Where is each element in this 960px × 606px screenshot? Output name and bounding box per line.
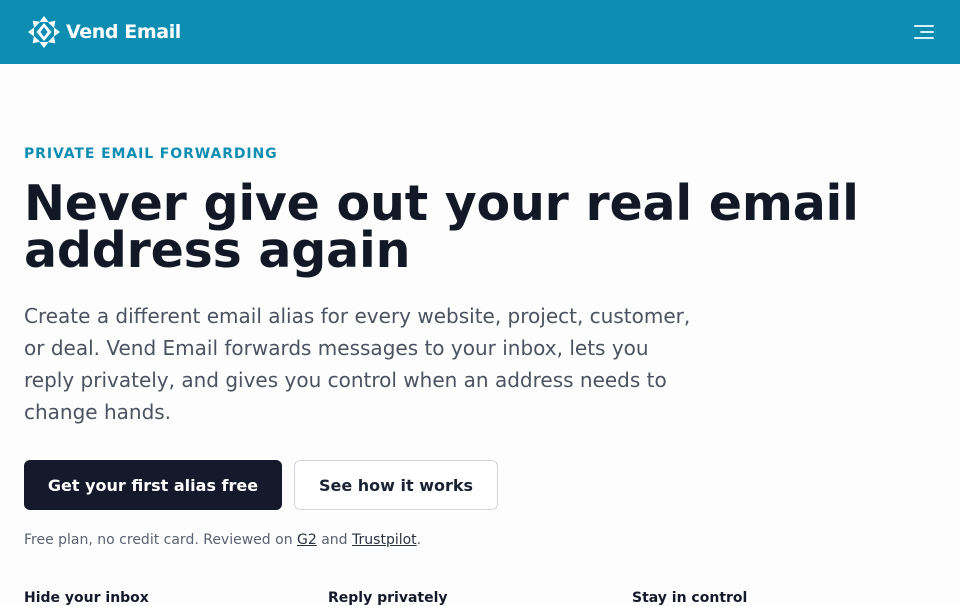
menu-line (914, 25, 934, 27)
vend-email-logo-icon (28, 16, 60, 48)
hero-section: PRIVATE EMAIL FORWARDING Never give out … (24, 146, 924, 548)
feature-title-hide-inbox: Hide your inbox (24, 590, 149, 606)
note-mid: and (316, 532, 353, 548)
hero-description: Create a different email alias for every… (24, 304, 691, 424)
site-header: Vend Email (0, 0, 960, 64)
feature-title-stay-in-control: Stay in control (632, 590, 748, 606)
hero-headline: Never give out your real email address a… (24, 179, 884, 275)
get-first-alias-button[interactable]: Get your first alias free (24, 460, 282, 510)
features-row: Hide your inbox Reply privately Stay in … (24, 590, 936, 606)
menu-icon[interactable] (914, 24, 934, 40)
see-how-it-works-button[interactable]: See how it works (294, 460, 498, 510)
trustpilot-link[interactable]: Trustpilot (352, 532, 417, 548)
brand-home-link[interactable]: Vend Email (28, 16, 181, 48)
headline-line-2: address again (24, 222, 411, 279)
g2-link[interactable]: G2 (297, 532, 317, 548)
note-prefix: Free plan, no credit card. Reviewed on (24, 532, 298, 548)
menu-line (920, 31, 934, 33)
menu-line (914, 37, 934, 39)
review-note: Free plan, no credit card. Reviewed on G… (24, 532, 924, 548)
cta-row: Get your first alias free See how it wor… (24, 460, 924, 510)
brand-name: Vend Email (66, 21, 181, 43)
hero-eyebrow: PRIVATE EMAIL FORWARDING (24, 146, 278, 162)
note-suffix: . (416, 532, 422, 548)
feature-title-reply-privately: Reply privately (328, 590, 448, 606)
